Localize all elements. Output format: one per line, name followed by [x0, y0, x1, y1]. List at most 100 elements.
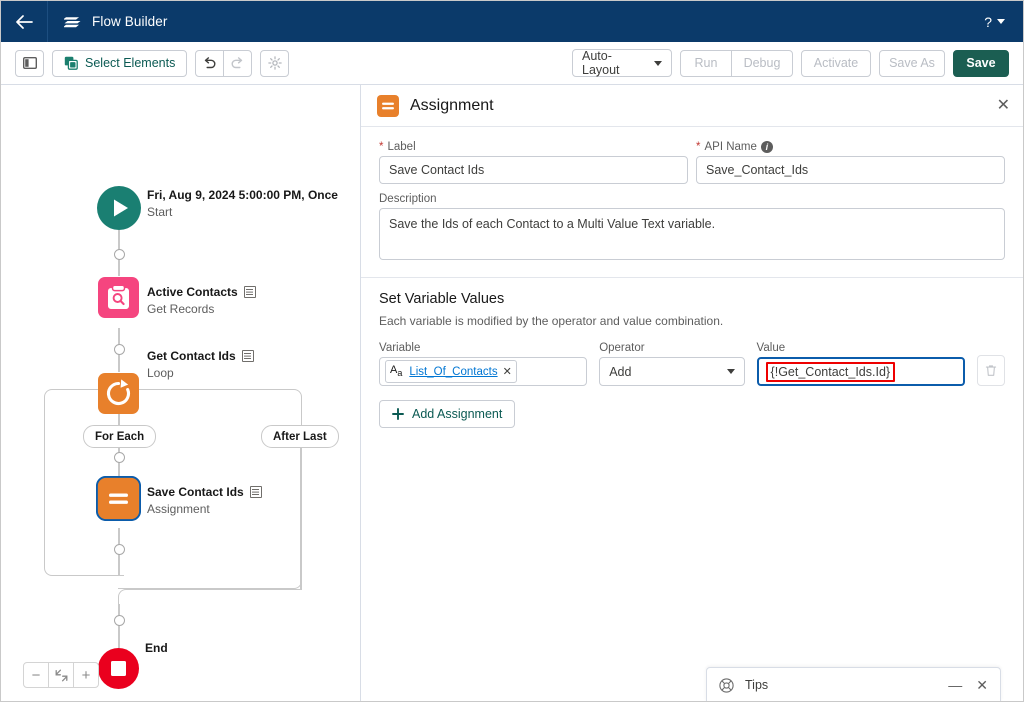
tips-globe-icon	[719, 677, 734, 693]
toggle-left-panel-button[interactable]	[15, 49, 44, 77]
save-button[interactable]: Save	[953, 49, 1009, 77]
start-title: Fri, Aug 9, 2024 5:00:00 PM, Once	[147, 188, 338, 202]
node-menu-icon[interactable]	[241, 350, 254, 362]
zoom-in-label: +	[81, 666, 91, 684]
zoom-out-button[interactable]: −	[23, 662, 49, 688]
panel-close-button[interactable]: ✕	[997, 97, 1010, 114]
after-last-label: After Last	[273, 430, 327, 443]
variable-pill[interactable]: Aa List_Of_Contacts ✕	[385, 360, 517, 383]
connector-add-node-2[interactable]	[114, 344, 125, 355]
fit-to-view-icon	[55, 669, 67, 681]
tips-actions: — ✕	[948, 678, 988, 692]
flow-node-start-label: Fri, Aug 9, 2024 5:00:00 PM, Once Start	[147, 188, 338, 219]
flow-node-end[interactable]	[98, 648, 139, 692]
flow-node-assignment[interactable]	[95, 475, 142, 524]
loop-subtitle: Loop	[147, 366, 174, 380]
label-field-wrap: * Label	[379, 141, 688, 184]
gear-icon	[268, 56, 282, 70]
back-button[interactable]	[1, 1, 48, 42]
stop-icon	[98, 648, 139, 689]
connector-add-node-3[interactable]	[114, 452, 125, 463]
value-text: {!Get_Contact_Ids.Id}	[765, 361, 896, 382]
debug-button[interactable]: Debug	[731, 49, 793, 77]
undo-button[interactable]	[195, 49, 225, 77]
flow-node-get-records[interactable]	[98, 277, 139, 321]
run-button[interactable]: Run	[680, 49, 732, 77]
api-name-field-label: * API Name i	[696, 141, 1005, 153]
remove-variable-icon[interactable]: ✕	[503, 365, 512, 378]
text-type-icon: Aa	[390, 363, 403, 379]
variable-combobox[interactable]: Aa List_Of_Contacts ✕	[379, 357, 588, 386]
canvas-zoom-controls: − +	[23, 662, 99, 688]
save-as-button[interactable]: Save As	[879, 49, 945, 77]
layout-mode-select[interactable]: Auto-Layout	[572, 49, 672, 77]
redo-button[interactable]	[223, 49, 253, 77]
flow-canvas[interactable]: Fri, Aug 9, 2024 5:00:00 PM, Once Start …	[1, 85, 361, 701]
assignment-subtitle: Assignment	[147, 502, 210, 516]
connector-afterlast-to-end	[118, 604, 120, 648]
api-name-input[interactable]	[696, 156, 1005, 184]
connector-add-node-5[interactable]	[114, 615, 125, 626]
connector-add-node-1[interactable]	[114, 249, 125, 260]
get-records-title: Active Contacts	[147, 285, 238, 299]
app-title: Flow Builder	[92, 14, 168, 29]
flow-actions-group: Run Debug	[680, 49, 793, 77]
flow-node-start[interactable]	[97, 186, 141, 233]
operator-select[interactable]: Add	[599, 357, 745, 386]
description-textarea[interactable]: Save the Ids of each Contact to a Multi …	[379, 208, 1005, 260]
node-menu-icon[interactable]	[243, 286, 256, 298]
set-variable-values-subtitle: Each variable is modified by the operato…	[379, 314, 724, 328]
redo-icon	[231, 56, 243, 68]
description-field-label: Description	[379, 193, 437, 205]
activate-button[interactable]: Activate	[801, 49, 871, 77]
branch-label-after-last[interactable]: After Last	[261, 425, 339, 448]
chevron-down-icon	[654, 60, 662, 66]
global-header: Flow Builder ?	[1, 1, 1023, 42]
flow-node-assignment-label: Save Contact Ids Assignment	[147, 485, 262, 516]
api-name-field-wrap: * API Name i	[696, 141, 1005, 184]
operator-value: Add	[609, 364, 632, 379]
flow-builder-logo-icon	[64, 14, 82, 30]
start-subtitle: Start	[147, 205, 173, 219]
connector-add-node-4[interactable]	[114, 544, 125, 555]
save-as-label: Save As	[889, 56, 935, 70]
branch-label-for-each[interactable]: For Each	[83, 425, 157, 448]
panel-header: Assignment ✕	[361, 85, 1023, 127]
zoom-fit-button[interactable]	[48, 662, 74, 688]
builder-body: Fri, Aug 9, 2024 5:00:00 PM, Once Start …	[1, 85, 1023, 701]
zoom-in-button[interactable]: +	[73, 662, 99, 688]
layout-mode-value: Auto-Layout	[582, 49, 620, 77]
api-name-field-label-text: API Name	[704, 141, 757, 153]
toolbox-settings-button[interactable]	[260, 49, 290, 77]
value-column: Value {!Get_Contact_Ids.Id}	[756, 342, 965, 386]
history-button-group	[195, 49, 253, 77]
set-variable-values-title: Set Variable Values	[379, 291, 505, 307]
arrow-left-icon	[15, 14, 33, 29]
add-assignment-button[interactable]: Add Assignment	[379, 400, 516, 428]
tips-minimize-button[interactable]: —	[948, 678, 962, 692]
add-assignment-label: Add Assignment	[412, 407, 503, 421]
trash-icon	[985, 365, 997, 376]
name-fields-row: * Label * API Name i	[379, 141, 1005, 184]
tips-panel[interactable]: Tips — ✕	[706, 667, 1001, 701]
label-field-label: * Label	[379, 141, 688, 153]
label-input[interactable]	[379, 156, 688, 184]
label-field-label-text: Label	[387, 141, 416, 153]
node-menu-icon[interactable]	[249, 486, 262, 498]
assignment-icon	[377, 94, 399, 117]
loop-icon	[98, 373, 139, 414]
variable-pill-label: List_Of_Contacts	[409, 365, 498, 378]
info-icon[interactable]: i	[760, 141, 773, 153]
value-combobox[interactable]: {!Get_Contact_Ids.Id}	[756, 357, 965, 386]
select-elements-label: Select Elements	[85, 56, 176, 70]
tips-close-button[interactable]: ✕	[976, 678, 988, 692]
panel-body: * Label * API Name i	[361, 127, 1023, 428]
help-menu-button[interactable]: ?	[976, 1, 1013, 42]
plus-icon	[392, 408, 404, 420]
flow-node-loop[interactable]	[98, 373, 139, 417]
select-elements-button[interactable]: Select Elements	[52, 49, 188, 77]
debug-label: Debug	[743, 56, 781, 70]
connector-afterlast-down	[300, 447, 302, 589]
help-label: ?	[984, 13, 992, 30]
delete-assignment-row-button[interactable]	[976, 355, 1005, 386]
